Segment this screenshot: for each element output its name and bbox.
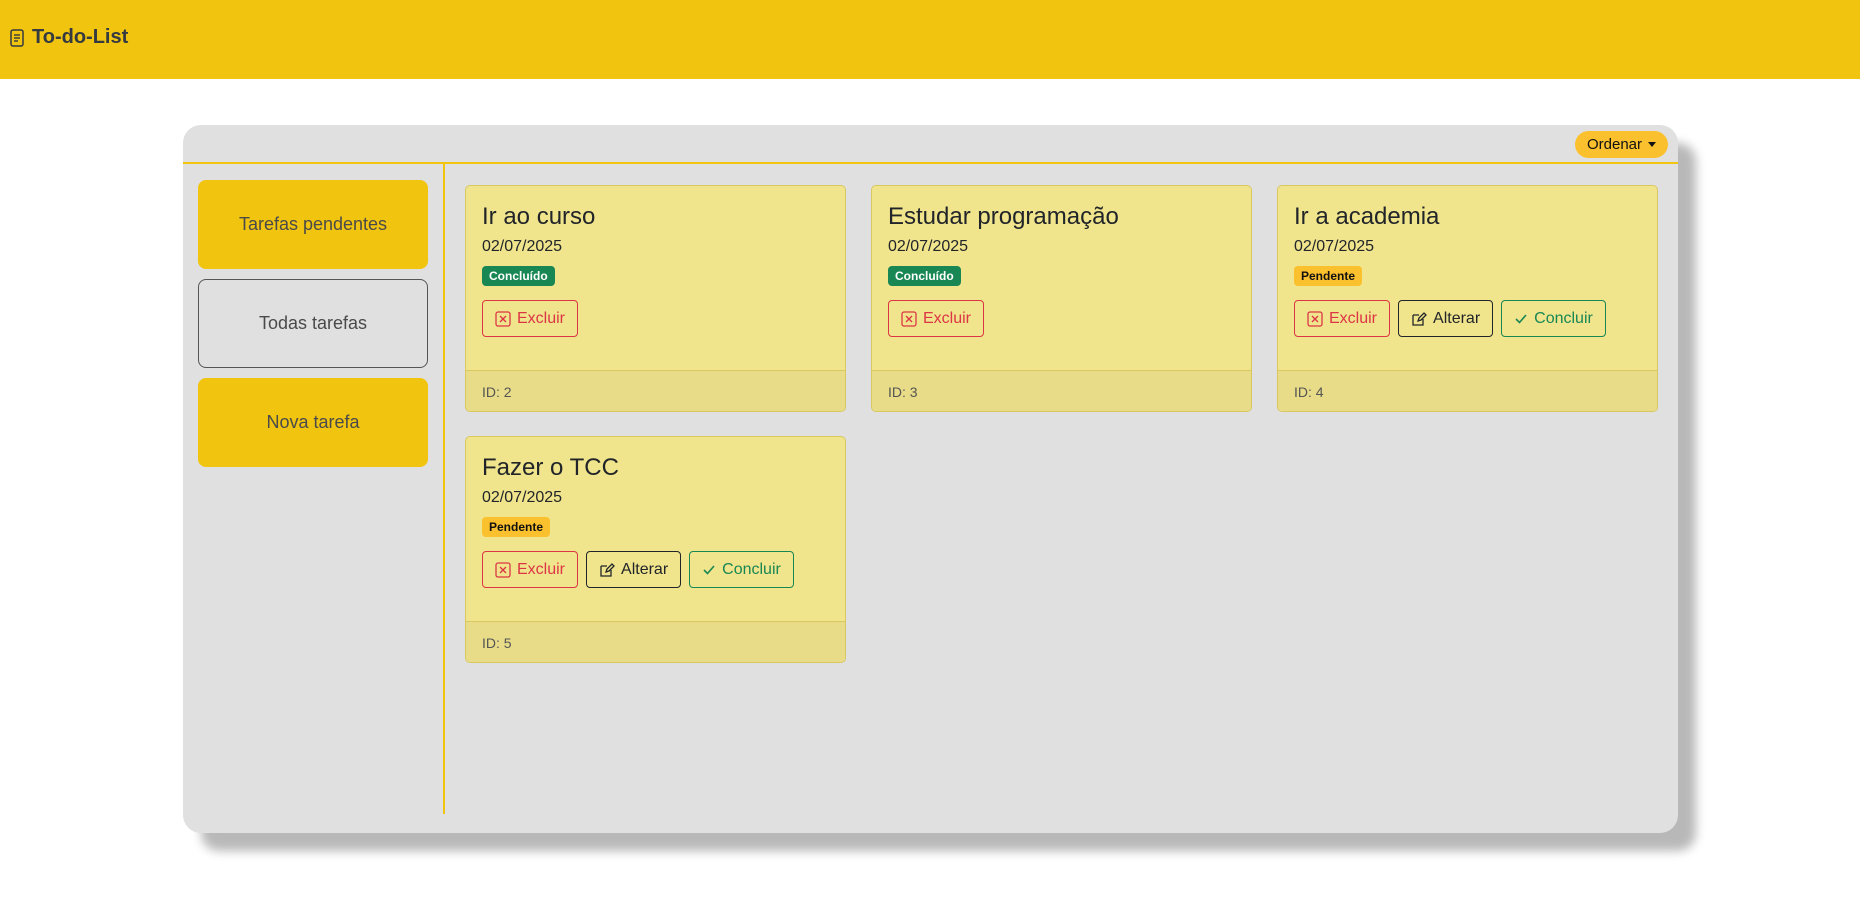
pencil-square-icon — [1412, 311, 1427, 326]
pencil-square-icon — [600, 562, 615, 577]
panel-toolbar: Ordenar — [183, 125, 1678, 164]
vertical-divider — [443, 164, 445, 814]
complete-button[interactable]: Concluir — [1501, 300, 1606, 337]
check-icon — [1515, 313, 1527, 324]
task-date: 02/07/2025 — [482, 238, 563, 255]
complete-label: Concluir — [722, 560, 781, 578]
complete-label: Concluir — [1534, 309, 1593, 327]
app-title: To-do-List — [32, 26, 129, 48]
caret-down-icon — [1648, 142, 1656, 147]
brand[interactable]: To-do-List — [10, 26, 128, 49]
sidebar-item-all-tasks[interactable]: Todas tarefas — [198, 279, 428, 368]
edit-button[interactable]: Alterar — [1398, 300, 1494, 337]
task-card: Estudar programação 02/07/2025 Concluído… — [871, 185, 1252, 412]
edit-button[interactable]: Alterar — [586, 551, 682, 588]
sort-label: Ordenar — [1586, 136, 1642, 153]
main-panel: Ordenar Tarefas pendentes Todas tarefas … — [183, 125, 1678, 833]
sidebar-item-new-task[interactable]: Nova tarefa — [198, 378, 428, 467]
task-date: 02/07/2025 — [1294, 238, 1375, 255]
edit-label: Alterar — [1433, 309, 1481, 327]
status-badge: Concluído — [888, 266, 961, 286]
delete-button[interactable]: Excluir — [888, 300, 985, 337]
close-square-icon — [495, 310, 511, 327]
task-footer: ID: 2 — [466, 370, 845, 411]
task-title: Fazer o TCC — [482, 454, 619, 481]
delete-button[interactable]: Excluir — [1294, 300, 1391, 337]
task-id: ID: 5 — [482, 634, 512, 651]
task-card: Ir a academia 02/07/2025 Pendente Exclui… — [1277, 185, 1658, 412]
task-id: ID: 2 — [482, 383, 512, 400]
close-square-icon — [495, 561, 511, 578]
status-badge: Pendente — [482, 517, 551, 537]
delete-label: Excluir — [517, 560, 566, 578]
task-title: Ir ao curso — [482, 203, 596, 230]
task-title: Estudar programação — [888, 203, 1119, 230]
task-title: Ir a academia — [1294, 203, 1440, 230]
sidebar-item-label: Todas tarefas — [258, 313, 368, 333]
task-date: 02/07/2025 — [482, 489, 563, 506]
sidebar-item-pending-tasks[interactable]: Tarefas pendentes — [198, 180, 428, 269]
document-icon — [10, 28, 24, 47]
delete-label: Excluir — [517, 309, 566, 327]
delete-label: Excluir — [923, 309, 972, 327]
task-id: ID: 4 — [1294, 383, 1324, 400]
task-footer: ID: 4 — [1278, 370, 1657, 411]
task-date: 02/07/2025 — [888, 238, 969, 255]
navbar: To-do-List — [0, 0, 1860, 79]
complete-button[interactable]: Concluir — [689, 551, 794, 588]
status-badge: Pendente — [1294, 266, 1363, 286]
check-icon — [703, 564, 715, 575]
close-square-icon — [1307, 310, 1323, 327]
task-footer: ID: 3 — [872, 370, 1251, 411]
close-square-icon — [901, 310, 917, 327]
sidebar: Tarefas pendentes Todas tarefas Nova tar… — [198, 180, 428, 477]
sidebar-item-label: Nova tarefa — [266, 412, 360, 432]
delete-button[interactable]: Excluir — [482, 300, 579, 337]
sort-dropdown-button[interactable]: Ordenar — [1574, 131, 1668, 158]
sidebar-item-label: Tarefas pendentes — [238, 214, 388, 234]
delete-button[interactable]: Excluir — [482, 551, 579, 588]
edit-label: Alterar — [621, 560, 669, 578]
delete-label: Excluir — [1329, 309, 1378, 327]
task-id: ID: 3 — [888, 383, 918, 400]
task-card: Fazer o TCC 02/07/2025 Pendente Excluir … — [465, 436, 846, 663]
task-footer: ID: 5 — [466, 621, 845, 662]
status-badge: Concluído — [482, 266, 555, 286]
task-card: Ir ao curso 02/07/2025 Concluído Excluir… — [465, 185, 846, 412]
